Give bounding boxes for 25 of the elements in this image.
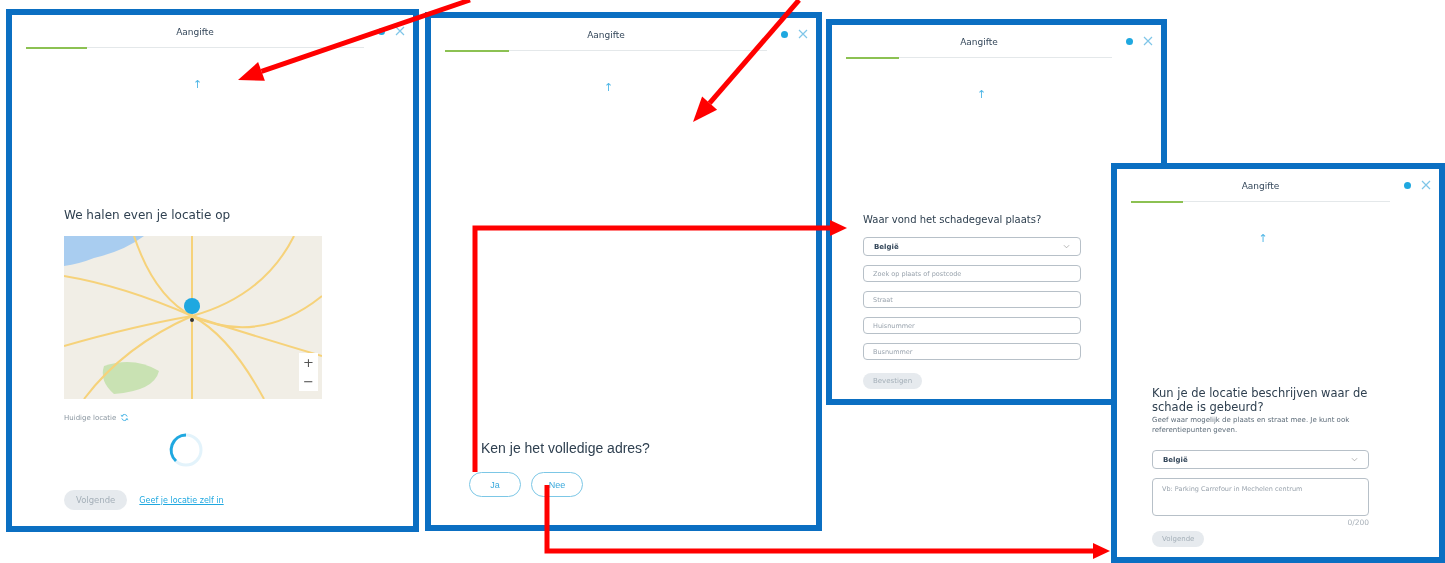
heading: Kun je de locatie beschrijven waar de schade is gebeurd? [1152,386,1369,415]
heading: Waar vond het schadegeval plaats? [863,214,1043,225]
close-icon[interactable] [798,29,808,39]
question-text: Ken je het volledige adres? [481,440,651,456]
answer-button[interactable]: Nee [531,472,583,497]
chevron-down-icon [1351,457,1358,462]
close-icon[interactable] [395,26,405,36]
screen-title: Aangifte [1241,180,1280,193]
scroll-hint: ↑ [976,88,988,101]
status-dot-icon [1126,37,1133,45]
screen-title: Aangifte [960,36,998,49]
scroll-hint: ↑ [1258,232,1269,245]
close-icon[interactable] [1421,180,1431,190]
refresh-icon[interactable] [120,413,130,422]
screen-title: Aangifte [176,26,214,39]
scroll-hint: ↑ [603,81,615,94]
status-dot-icon [781,30,788,38]
answer-button[interactable]: Ja [469,472,521,497]
screen-title: Aangifte [587,29,625,42]
close-icon[interactable] [1143,36,1153,46]
chevron-down-icon [1063,244,1070,249]
scroll-hint: ↑ [192,78,204,91]
status-dot-icon [1404,181,1411,189]
enter-location-link[interactable]: Geef je locatie zelf in [139,495,224,505]
heading: We halen even je locatie op [64,208,232,222]
